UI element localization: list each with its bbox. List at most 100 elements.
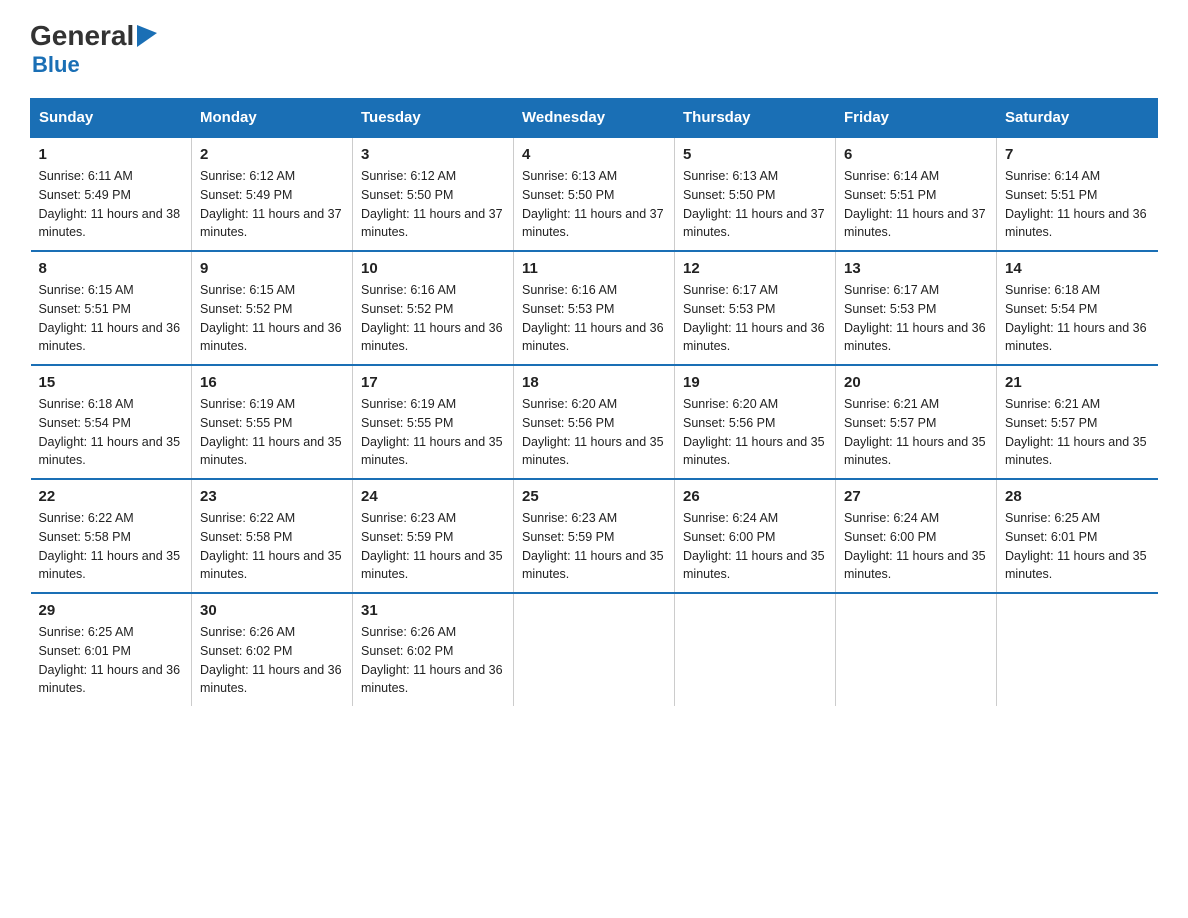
day-number: 16 — [200, 374, 344, 391]
calendar-cell: 20 Sunrise: 6:21 AM Sunset: 5:57 PM Dayl… — [836, 365, 997, 479]
sunset-label: Sunset: 6:01 PM — [1005, 530, 1097, 544]
daylight-label: Daylight: 11 hours and 38 minutes. — [39, 207, 181, 240]
day-info: Sunrise: 6:11 AM Sunset: 5:49 PM Dayligh… — [39, 167, 184, 242]
sunrise-label: Sunrise: 6:23 AM — [522, 511, 617, 525]
sunrise-label: Sunrise: 6:20 AM — [522, 397, 617, 411]
day-number: 12 — [683, 260, 827, 277]
sunset-label: Sunset: 5:49 PM — [39, 188, 131, 202]
day-info: Sunrise: 6:19 AM Sunset: 5:55 PM Dayligh… — [361, 395, 505, 470]
day-info: Sunrise: 6:22 AM Sunset: 5:58 PM Dayligh… — [200, 509, 344, 584]
sunset-label: Sunset: 5:52 PM — [361, 302, 453, 316]
sunrise-label: Sunrise: 6:18 AM — [1005, 283, 1100, 297]
day-number: 29 — [39, 602, 184, 619]
day-info: Sunrise: 6:13 AM Sunset: 5:50 PM Dayligh… — [522, 167, 666, 242]
sunrise-label: Sunrise: 6:21 AM — [1005, 397, 1100, 411]
sunset-label: Sunset: 5:56 PM — [522, 416, 614, 430]
sunrise-label: Sunrise: 6:22 AM — [39, 511, 134, 525]
sunrise-label: Sunrise: 6:25 AM — [39, 625, 134, 639]
sunrise-label: Sunrise: 6:12 AM — [361, 169, 456, 183]
day-info: Sunrise: 6:20 AM Sunset: 5:56 PM Dayligh… — [522, 395, 666, 470]
day-info: Sunrise: 6:15 AM Sunset: 5:52 PM Dayligh… — [200, 281, 344, 356]
day-number: 25 — [522, 488, 666, 505]
daylight-label: Daylight: 11 hours and 35 minutes. — [200, 435, 342, 468]
sunset-label: Sunset: 5:51 PM — [39, 302, 131, 316]
calendar-cell: 31 Sunrise: 6:26 AM Sunset: 6:02 PM Dayl… — [353, 593, 514, 706]
calendar-cell: 30 Sunrise: 6:26 AM Sunset: 6:02 PM Dayl… — [192, 593, 353, 706]
sunset-label: Sunset: 6:02 PM — [200, 644, 292, 658]
day-header-tuesday: Tuesday — [353, 99, 514, 138]
day-number: 28 — [1005, 488, 1150, 505]
calendar-week-row: 1 Sunrise: 6:11 AM Sunset: 5:49 PM Dayli… — [31, 137, 1158, 251]
calendar-cell: 25 Sunrise: 6:23 AM Sunset: 5:59 PM Dayl… — [514, 479, 675, 593]
calendar-cell: 28 Sunrise: 6:25 AM Sunset: 6:01 PM Dayl… — [997, 479, 1158, 593]
day-info: Sunrise: 6:17 AM Sunset: 5:53 PM Dayligh… — [683, 281, 827, 356]
calendar-cell: 29 Sunrise: 6:25 AM Sunset: 6:01 PM Dayl… — [31, 593, 192, 706]
daylight-label: Daylight: 11 hours and 35 minutes. — [1005, 435, 1147, 468]
day-number: 22 — [39, 488, 184, 505]
calendar-cell: 24 Sunrise: 6:23 AM Sunset: 5:59 PM Dayl… — [353, 479, 514, 593]
day-number: 27 — [844, 488, 988, 505]
day-info: Sunrise: 6:18 AM Sunset: 5:54 PM Dayligh… — [39, 395, 184, 470]
sunset-label: Sunset: 5:54 PM — [39, 416, 131, 430]
daylight-label: Daylight: 11 hours and 35 minutes. — [522, 435, 664, 468]
calendar-cell: 12 Sunrise: 6:17 AM Sunset: 5:53 PM Dayl… — [675, 251, 836, 365]
sunrise-label: Sunrise: 6:26 AM — [200, 625, 295, 639]
sunset-label: Sunset: 5:53 PM — [683, 302, 775, 316]
daylight-label: Daylight: 11 hours and 37 minutes. — [200, 207, 342, 240]
day-header-thursday: Thursday — [675, 99, 836, 138]
day-info: Sunrise: 6:26 AM Sunset: 6:02 PM Dayligh… — [361, 623, 505, 698]
day-number: 18 — [522, 374, 666, 391]
calendar-week-row: 22 Sunrise: 6:22 AM Sunset: 5:58 PM Dayl… — [31, 479, 1158, 593]
day-number: 9 — [200, 260, 344, 277]
daylight-label: Daylight: 11 hours and 35 minutes. — [683, 435, 825, 468]
logo-blue-text: Blue — [32, 52, 80, 78]
calendar-week-row: 8 Sunrise: 6:15 AM Sunset: 5:51 PM Dayli… — [31, 251, 1158, 365]
day-number: 30 — [200, 602, 344, 619]
sunrise-label: Sunrise: 6:19 AM — [200, 397, 295, 411]
day-number: 3 — [361, 146, 505, 163]
sunset-label: Sunset: 6:01 PM — [39, 644, 131, 658]
calendar-cell: 26 Sunrise: 6:24 AM Sunset: 6:00 PM Dayl… — [675, 479, 836, 593]
sunset-label: Sunset: 5:58 PM — [200, 530, 292, 544]
day-info: Sunrise: 6:13 AM Sunset: 5:50 PM Dayligh… — [683, 167, 827, 242]
calendar-cell: 1 Sunrise: 6:11 AM Sunset: 5:49 PM Dayli… — [31, 137, 192, 251]
sunset-label: Sunset: 5:56 PM — [683, 416, 775, 430]
day-info: Sunrise: 6:17 AM Sunset: 5:53 PM Dayligh… — [844, 281, 988, 356]
sunset-label: Sunset: 5:54 PM — [1005, 302, 1097, 316]
daylight-label: Daylight: 11 hours and 36 minutes. — [361, 663, 503, 696]
day-info: Sunrise: 6:15 AM Sunset: 5:51 PM Dayligh… — [39, 281, 184, 356]
daylight-label: Daylight: 11 hours and 36 minutes. — [522, 321, 664, 354]
day-number: 2 — [200, 146, 344, 163]
sunrise-label: Sunrise: 6:18 AM — [39, 397, 134, 411]
day-header-monday: Monday — [192, 99, 353, 138]
sunrise-label: Sunrise: 6:15 AM — [200, 283, 295, 297]
day-number: 24 — [361, 488, 505, 505]
sunrise-label: Sunrise: 6:11 AM — [39, 169, 133, 183]
day-number: 10 — [361, 260, 505, 277]
daylight-label: Daylight: 11 hours and 36 minutes. — [200, 663, 342, 696]
calendar-table: SundayMondayTuesdayWednesdayThursdayFrid… — [30, 98, 1158, 706]
calendar-cell: 2 Sunrise: 6:12 AM Sunset: 5:49 PM Dayli… — [192, 137, 353, 251]
sunset-label: Sunset: 5:55 PM — [200, 416, 292, 430]
sunrise-label: Sunrise: 6:24 AM — [844, 511, 939, 525]
calendar-cell: 13 Sunrise: 6:17 AM Sunset: 5:53 PM Dayl… — [836, 251, 997, 365]
calendar-cell — [514, 593, 675, 706]
sunset-label: Sunset: 5:50 PM — [361, 188, 453, 202]
calendar-cell: 8 Sunrise: 6:15 AM Sunset: 5:51 PM Dayli… — [31, 251, 192, 365]
calendar-cell: 27 Sunrise: 6:24 AM Sunset: 6:00 PM Dayl… — [836, 479, 997, 593]
calendar-cell: 23 Sunrise: 6:22 AM Sunset: 5:58 PM Dayl… — [192, 479, 353, 593]
calendar-header-row: SundayMondayTuesdayWednesdayThursdayFrid… — [31, 99, 1158, 138]
daylight-label: Daylight: 11 hours and 36 minutes. — [361, 321, 503, 354]
calendar-cell: 11 Sunrise: 6:16 AM Sunset: 5:53 PM Dayl… — [514, 251, 675, 365]
sunset-label: Sunset: 5:55 PM — [361, 416, 453, 430]
calendar-cell: 19 Sunrise: 6:20 AM Sunset: 5:56 PM Dayl… — [675, 365, 836, 479]
sunset-label: Sunset: 5:51 PM — [844, 188, 936, 202]
sunset-label: Sunset: 5:52 PM — [200, 302, 292, 316]
day-number: 7 — [1005, 146, 1150, 163]
day-header-wednesday: Wednesday — [514, 99, 675, 138]
day-number: 23 — [200, 488, 344, 505]
day-number: 20 — [844, 374, 988, 391]
calendar-week-row: 29 Sunrise: 6:25 AM Sunset: 6:01 PM Dayl… — [31, 593, 1158, 706]
logo[interactable]: General Blue — [30, 20, 157, 78]
page-header: General Blue — [30, 20, 1158, 78]
